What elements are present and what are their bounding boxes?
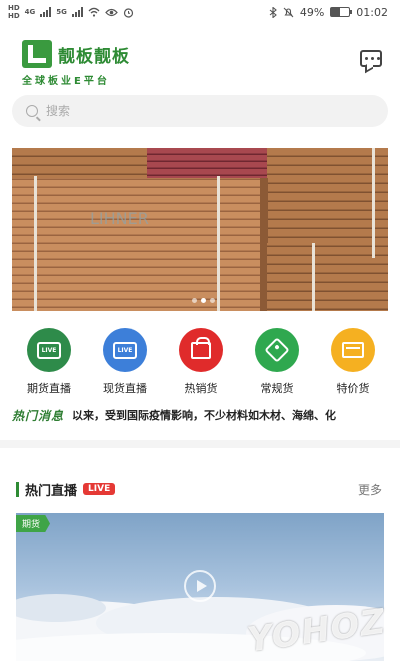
live-tv-icon: LIVE — [27, 328, 71, 372]
wifi-icon — [88, 7, 100, 17]
status-bar: HD HD 4G 5G 49% 01:02 — [0, 0, 400, 24]
signal-icon-2 — [71, 7, 83, 17]
carousel-dot[interactable] — [201, 298, 206, 303]
hot-news-bar[interactable]: 热门消息 以来，受到国际疫情影响，不少材料如木材、海绵、化 — [12, 404, 388, 426]
price-tag-icon — [255, 328, 299, 372]
battery-icon — [330, 7, 353, 17]
live-camera-icon: LIVE — [103, 328, 147, 372]
carousel-dot[interactable] — [192, 298, 197, 303]
carousel-dot[interactable] — [210, 298, 215, 303]
video-tag: 期货 — [16, 515, 51, 532]
status-right: 49% 01:02 — [269, 6, 388, 19]
category-regular[interactable]: 常规货 — [237, 328, 317, 396]
shopping-bag-icon — [179, 328, 223, 372]
search-icon — [26, 105, 38, 117]
category-special-price[interactable]: 特价货 — [313, 328, 393, 396]
category-spot-live[interactable]: LIVE 现货直播 — [85, 328, 165, 396]
category-label: 现货直播 — [103, 382, 147, 395]
bluetooth-icon — [269, 6, 277, 18]
hd-badge-2: HD — [8, 11, 20, 20]
category-row: LIVE 期货直播 LIVE 现货直播 热销货 常规货 特价货 — [0, 328, 400, 398]
search-input[interactable] — [46, 104, 346, 118]
mute-bell-icon — [283, 7, 294, 17]
category-hot-sale[interactable]: 热销货 — [161, 328, 241, 396]
banner-image: LIHNER — [12, 148, 388, 311]
category-label: 常规货 — [260, 382, 294, 395]
battery-percent: 49% — [299, 5, 325, 19]
hot-news-label: 热门消息 — [12, 408, 65, 423]
app-name: 靓板靓板 — [58, 47, 130, 67]
status-left: HD HD 4G 5G — [8, 3, 134, 20]
carousel-dots — [192, 298, 215, 303]
more-link[interactable]: 更多 — [358, 481, 382, 498]
eye-icon — [105, 8, 118, 16]
app-header: 靓板靓板 全球板业E平台 — [0, 34, 400, 88]
category-futures-live[interactable]: LIVE 期货直播 — [9, 328, 89, 396]
hd-badge: HD — [8, 3, 20, 12]
alarm-icon — [123, 7, 134, 18]
message-dots — [365, 57, 380, 60]
5g-badge: 5G — [56, 7, 67, 16]
live-section-header: 热门直播 LIVE 更多 — [16, 478, 384, 500]
play-icon[interactable] — [184, 570, 216, 602]
live-badge: LIVE — [83, 483, 116, 495]
banner-carousel[interactable]: LIHNER — [12, 148, 388, 311]
category-label: 期货直播 — [27, 382, 71, 395]
signal-icon — [40, 7, 52, 17]
message-icon[interactable] — [360, 50, 382, 67]
section-divider — [0, 440, 400, 448]
section-accent-bar — [16, 481, 19, 497]
live-section-title: 热门直播 — [25, 483, 78, 499]
hot-news-text[interactable]: 以来，受到国际疫情影响，不少材料如木材、海绵、化 — [72, 407, 336, 423]
banner-print-text: LIHNER — [90, 209, 149, 228]
clock: 01:02 — [356, 5, 388, 19]
4g-badge: 4G — [24, 7, 36, 16]
discount-box-icon — [331, 328, 375, 372]
search-bar[interactable] — [12, 95, 388, 127]
category-label: 特价货 — [336, 382, 370, 395]
category-label: 热销货 — [184, 382, 218, 395]
net-badges: HD HD — [8, 3, 20, 20]
app-slogan: 全球板业E平台 — [22, 76, 110, 87]
logo-icon — [22, 40, 52, 68]
